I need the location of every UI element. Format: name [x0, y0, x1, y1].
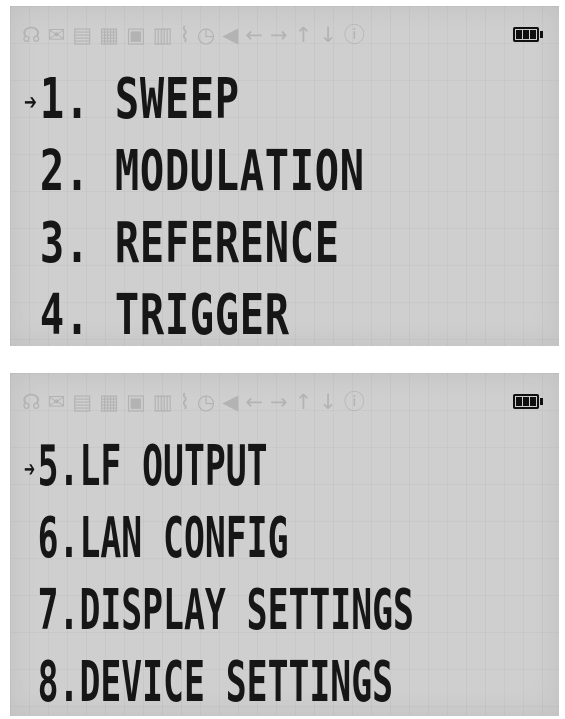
menu-item-label: 6.LAN CONFIG — [37, 506, 289, 571]
clock-icon: ◷ — [196, 390, 216, 414]
menu-item-display-settings[interactable]: 7.DISPLAY SETTINGS — [24, 575, 414, 647]
mail-icon: ✉ — [47, 23, 66, 47]
battery-tip — [540, 31, 543, 38]
arrow-up-icon: ↑ — [294, 23, 313, 47]
battery-body — [513, 27, 539, 42]
arrow-down-icon: ↓ — [319, 390, 337, 414]
status-bar: ☊ ✉ ▤ ▦ ▣ ▥ ⌇ ◷ ◀ ← → ↑ ↓ ⓘ — [22, 387, 547, 421]
disk-icon: ▣ — [125, 390, 146, 414]
thermometer-icon: ⌇ — [179, 390, 190, 414]
battery-body — [513, 394, 539, 409]
arrow-right-icon: → — [270, 23, 288, 47]
menu-item-label: 5.LF OUTPUT — [37, 434, 268, 499]
mail-icon: ✉ — [47, 390, 66, 414]
status-bar: ☊ ✉ ▤ ▦ ▣ ▥ ⌇ ◷ ◀ ← → ↑ ↓ ⓘ — [22, 20, 547, 54]
menu-item-label: 4. TRIGGER — [39, 283, 290, 346]
battery-icon — [513, 393, 547, 410]
lcd-screen-main-menu-page-2: ☊ ✉ ▤ ▦ ▣ ▥ ⌇ ◷ ◀ ← → ↑ ↓ ⓘ ➔5.LF OUTPUT — [10, 373, 559, 716]
arrow-left-icon: ← — [245, 390, 263, 414]
menu-list: ➔5.LF OUTPUT 6.LAN CONFIG 7.DISPLAY SETT… — [24, 431, 559, 716]
battery-cell — [516, 397, 522, 406]
battery-cell — [530, 397, 536, 406]
clipboard-icon: ▦ — [99, 23, 119, 47]
speaker-icon: ◀ — [222, 23, 239, 47]
folder-icon: ▤ — [72, 23, 93, 47]
clipboard-icon: ▦ — [99, 390, 119, 414]
battery-cell — [516, 30, 522, 39]
usb-icon: ▥ — [152, 23, 173, 47]
info-icon: ⓘ — [343, 23, 365, 47]
menu-item-trigger[interactable]: 4. TRIGGER — [24, 280, 365, 346]
arrow-right-icon: → — [270, 390, 288, 414]
menu-item-lan-config[interactable]: 6.LAN CONFIG — [24, 503, 414, 575]
status-icons: ☊ ✉ ▤ ▦ ▣ ▥ ⌇ ◷ ◀ ← → ↑ ↓ ⓘ — [22, 387, 365, 417]
menu-list: ➔1. SWEEP 2. MODULATION 3. REFERENCE 4. … — [24, 64, 497, 346]
headset-icon: ☊ — [22, 23, 41, 47]
selection-cursor-icon: ➔ — [24, 84, 38, 120]
menu-item-label: 2. MODULATION — [39, 139, 365, 204]
menu-item-label: 3. REFERENCE — [39, 211, 340, 276]
battery-icon — [513, 26, 547, 43]
battery-cell — [523, 30, 529, 39]
battery-cell — [523, 397, 529, 406]
battery-cell — [530, 30, 536, 39]
menu-item-device-settings[interactable]: 8.DEVICE SETTINGS — [24, 647, 414, 716]
speaker-icon: ◀ — [222, 390, 239, 414]
headset-icon: ☊ — [22, 390, 41, 414]
arrow-left-icon: ← — [245, 23, 263, 47]
arrow-up-icon: ↑ — [294, 390, 313, 414]
info-icon: ⓘ — [343, 390, 365, 414]
disk-icon: ▣ — [125, 23, 146, 47]
clock-icon: ◷ — [196, 23, 216, 47]
thermometer-icon: ⌇ — [179, 23, 190, 47]
menu-item-sweep[interactable]: ➔1. SWEEP — [24, 64, 365, 136]
menu-item-label: 7.DISPLAY SETTINGS — [37, 578, 414, 643]
menu-item-label: 8.DEVICE SETTINGS — [37, 650, 393, 715]
menu-item-reference[interactable]: 3. REFERENCE — [24, 208, 365, 280]
selection-cursor-icon: ➔ — [24, 451, 36, 487]
folder-icon: ▤ — [72, 390, 93, 414]
menu-item-modulation[interactable]: 2. MODULATION — [24, 136, 365, 208]
menu-item-label: 1. SWEEP — [39, 67, 240, 132]
usb-icon: ▥ — [152, 390, 173, 414]
status-icons: ☊ ✉ ▤ ▦ ▣ ▥ ⌇ ◷ ◀ ← → ↑ ↓ ⓘ — [22, 20, 365, 50]
menu-item-lf-output[interactable]: ➔5.LF OUTPUT — [24, 431, 414, 503]
lcd-screen-main-menu-page-1: ☊ ✉ ▤ ▦ ▣ ▥ ⌇ ◷ ◀ ← → ↑ ↓ ⓘ ➔1. SWEEP 2.… — [10, 6, 559, 346]
battery-tip — [540, 398, 543, 405]
arrow-down-icon: ↓ — [319, 23, 337, 47]
